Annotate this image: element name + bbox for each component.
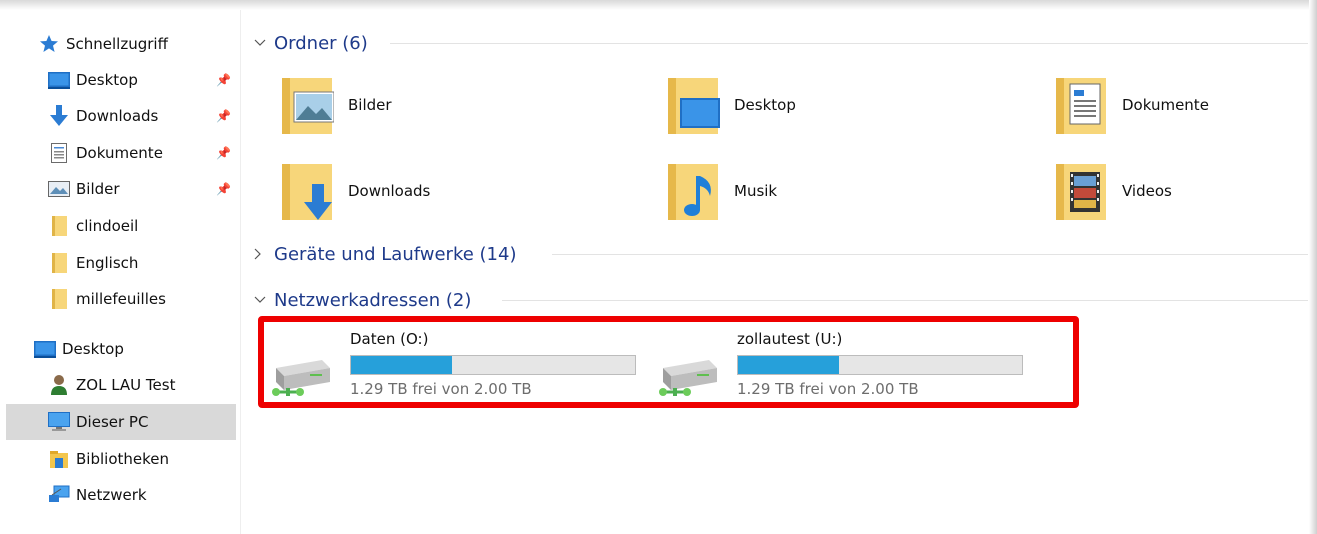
sidebar-item-label: Bilder bbox=[76, 180, 120, 198]
sidebar-item-clindoeil[interactable]: clindoeil bbox=[48, 208, 138, 244]
document-icon bbox=[48, 142, 70, 164]
network-icon bbox=[48, 484, 70, 506]
folder-icon bbox=[48, 288, 70, 310]
pin-icon[interactable]: 📌 bbox=[216, 146, 231, 160]
sidebar-item-label: millefeuilles bbox=[76, 290, 166, 308]
sidebar-item-desktop[interactable]: Desktop bbox=[34, 331, 124, 367]
folder-tile-label: Musik bbox=[734, 182, 778, 200]
folder-tile-label: Bilder bbox=[348, 96, 392, 114]
sidebar-item-label: Schnellzugriff bbox=[66, 35, 168, 53]
folder-tile-label: Videos bbox=[1122, 182, 1172, 200]
library-icon bbox=[48, 448, 70, 470]
section-title: Geräte und Laufwerke (14) bbox=[274, 243, 517, 265]
sidebar-item-pictures-pinned[interactable]: Bilder bbox=[48, 171, 120, 207]
pin-icon[interactable]: 📌 bbox=[216, 109, 231, 123]
sidebar-item-label: Netzwerk bbox=[76, 486, 147, 504]
sidebar-item-label: Dieser PC bbox=[76, 413, 149, 431]
desktop-icon bbox=[48, 69, 70, 91]
desktop-folder-icon bbox=[666, 74, 720, 136]
documents-folder-icon bbox=[1054, 74, 1108, 136]
section-header-network[interactable]: Netzwerkadressen (2) bbox=[254, 287, 471, 313]
sidebar-item-label: Dokumente bbox=[76, 144, 163, 162]
sidebar-item-label: Englisch bbox=[76, 254, 139, 272]
sidebar-item-millefeuilles[interactable]: millefeuilles bbox=[48, 281, 166, 317]
section-divider bbox=[552, 254, 1308, 255]
pin-icon[interactable]: 📌 bbox=[216, 182, 231, 196]
section-header-devices[interactable]: Geräte und Laufwerke (14) bbox=[254, 241, 516, 267]
sidebar-divider bbox=[240, 10, 241, 534]
chevron-down-icon bbox=[254, 39, 268, 47]
folder-tile-downloads[interactable]: Downloads bbox=[280, 156, 430, 226]
user-icon bbox=[48, 374, 70, 396]
music-folder-icon bbox=[666, 160, 720, 222]
section-header-folders[interactable]: Ordner (6) bbox=[254, 30, 368, 56]
sidebar-item-this-pc[interactable]: Dieser PC bbox=[6, 404, 236, 440]
top-shadow bbox=[0, 0, 1317, 10]
sidebar-item-downloads-pinned[interactable]: Downloads bbox=[48, 98, 158, 134]
sidebar-item-label: Desktop bbox=[62, 340, 124, 358]
desktop-icon bbox=[34, 338, 56, 360]
sidebar-item-user[interactable]: ZOL LAU Test bbox=[48, 367, 175, 403]
sidebar-item-libraries[interactable]: Bibliotheken bbox=[48, 441, 169, 477]
pictures-icon bbox=[48, 178, 70, 200]
section-title: Netzwerkadressen (2) bbox=[274, 289, 472, 311]
videos-folder-icon bbox=[1054, 160, 1108, 222]
section-title: Ordner (6) bbox=[274, 32, 368, 54]
explorer-window: Schnellzugriff Desktop 📌 Downloads 📌 Dok… bbox=[0, 0, 1317, 534]
highlight-box bbox=[258, 316, 1079, 408]
sidebar-item-quick-access[interactable]: Schnellzugriff bbox=[38, 26, 168, 62]
chevron-right-icon bbox=[254, 248, 268, 260]
folder-icon bbox=[48, 252, 70, 274]
folder-tile-videos[interactable]: Videos bbox=[1054, 156, 1172, 226]
sidebar-item-documents-pinned[interactable]: Dokumente bbox=[48, 135, 163, 171]
star-icon bbox=[38, 33, 60, 55]
sidebar-item-label: clindoeil bbox=[76, 217, 139, 235]
folder-tile-desktop[interactable]: Desktop bbox=[666, 70, 796, 140]
sidebar-item-label: Downloads bbox=[76, 107, 159, 125]
sidebar-item-label: Bibliotheken bbox=[76, 450, 169, 468]
folder-tile-music[interactable]: Musik bbox=[666, 156, 777, 226]
folder-tile-documents[interactable]: Dokumente bbox=[1054, 70, 1209, 140]
folder-tile-label: Desktop bbox=[734, 96, 796, 114]
folder-tile-pictures[interactable]: Bilder bbox=[280, 70, 392, 140]
sidebar-item-desktop-pinned[interactable]: Desktop bbox=[48, 62, 138, 98]
downloads-folder-icon bbox=[280, 160, 334, 222]
computer-icon bbox=[48, 411, 70, 433]
sidebar-item-englisch[interactable]: Englisch bbox=[48, 245, 138, 281]
folder-icon bbox=[48, 215, 70, 237]
section-divider bbox=[390, 43, 1308, 44]
chevron-down-icon bbox=[254, 296, 268, 304]
pictures-folder-icon bbox=[280, 74, 335, 136]
folder-tile-label: Downloads bbox=[348, 182, 431, 200]
sidebar-item-network[interactable]: Netzwerk bbox=[48, 477, 147, 513]
sidebar-item-label: ZOL LAU Test bbox=[76, 376, 176, 394]
sidebar-item-label: Desktop bbox=[76, 71, 138, 89]
right-shadow bbox=[1309, 0, 1317, 534]
section-divider bbox=[502, 300, 1308, 301]
download-arrow-icon bbox=[48, 105, 70, 127]
folder-tile-label: Dokumente bbox=[1122, 96, 1209, 114]
pin-icon[interactable]: 📌 bbox=[216, 73, 231, 87]
